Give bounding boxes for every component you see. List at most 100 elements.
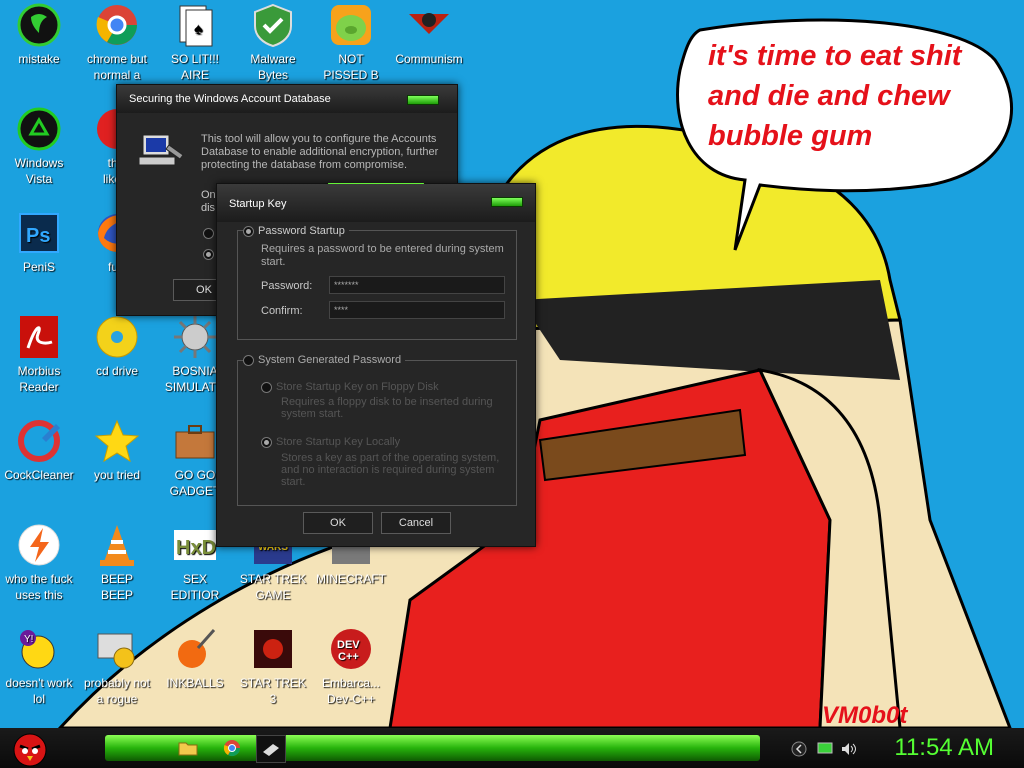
floppy-radio[interactable] xyxy=(261,381,272,393)
syskey-close-button[interactable] xyxy=(407,95,439,105)
recycle-icon xyxy=(17,107,61,151)
password-startup-option[interactable]: Password Startup xyxy=(243,225,349,237)
desktop-icon[interactable]: chrome but normal a xyxy=(78,2,156,83)
floppy-option[interactable]: Store Startup Key on Floppy Disk xyxy=(261,381,439,393)
desktop-icon[interactable]: Y! doesn't work lol xyxy=(0,626,78,707)
desktop-icon[interactable]: you tried xyxy=(78,418,156,483)
wallpaper-signature: VM0b0t xyxy=(822,702,908,729)
syskey-radio-2[interactable] xyxy=(203,249,214,260)
shield-check-icon xyxy=(254,3,292,48)
desktop-icon[interactable]: DEV C++ Embarca... Dev-C++ xyxy=(312,626,390,707)
desktop-icon[interactable]: INKBALLS xyxy=(156,626,234,691)
network-icon[interactable] xyxy=(817,742,833,756)
desktop-icon[interactable]: probably not a rogue xyxy=(78,626,156,707)
star-wars-3-icon xyxy=(254,630,292,668)
desktop-icon-label: INKBALLS xyxy=(166,676,224,690)
desktop-icon-label: cd drive xyxy=(95,364,139,378)
desktop-icon-label: SO LIT!!! AIRE xyxy=(170,52,219,82)
locally-radio[interactable] xyxy=(261,436,272,448)
desktop-icon-label: CockCleaner xyxy=(4,468,74,482)
svg-text:♠: ♠ xyxy=(194,21,203,38)
floppy-desc: Requires a floppy disk to be inserted du… xyxy=(281,396,493,420)
desktop-icon-label: doesn't work lol xyxy=(5,676,73,706)
ok-button[interactable]: OK xyxy=(303,512,373,534)
hxd-icon: HxD xyxy=(174,530,216,560)
desktop-icon-label: you tried xyxy=(93,468,141,482)
svg-text:Ps: Ps xyxy=(26,225,50,247)
back-icon[interactable] xyxy=(791,741,807,757)
password-startup-radio[interactable] xyxy=(243,225,254,237)
desktop-icon[interactable]: STAR TREK 3 xyxy=(234,626,312,707)
desktop-icon-label: Morbius Reader xyxy=(17,364,61,394)
taskbar: 11:54 AM xyxy=(0,728,1024,768)
confirm-field[interactable]: **** xyxy=(329,301,505,319)
password-startup-label: Password Startup xyxy=(258,225,345,237)
cancel-button[interactable]: Cancel xyxy=(381,512,451,534)
taskbar-clock[interactable]: 11:54 AM xyxy=(894,734,994,762)
chrome-icon xyxy=(96,5,137,45)
desktop-icon-label: MINECRAFT xyxy=(316,572,386,586)
system-generated-label: System Generated Password xyxy=(258,354,402,366)
svg-text:DEV: DEV xyxy=(337,639,360,651)
syskey-radio-1[interactable] xyxy=(203,228,214,239)
desktop-icon-label: mistake xyxy=(18,52,60,66)
svg-text:HxD: HxD xyxy=(176,537,216,559)
inkball-icon xyxy=(178,629,216,668)
solitaire-icon: ♠ xyxy=(179,5,213,47)
volume-icon[interactable] xyxy=(841,742,857,756)
desktop-icon[interactable]: CockCleaner xyxy=(0,418,78,483)
dev-cpp-icon: DEVC++ xyxy=(331,629,371,669)
desktop-icon[interactable]: Communism xyxy=(390,2,468,67)
desktop-icon[interactable]: ♠ SO LIT!!! AIRE xyxy=(156,2,234,83)
startup-key-title: Startup Key xyxy=(229,198,287,210)
locally-option[interactable]: Store Startup Key Locally xyxy=(261,436,400,448)
desktop-icon[interactable]: mistake xyxy=(0,2,78,67)
angry-birds-pig-icon xyxy=(331,5,371,45)
spiked-ball-icon xyxy=(174,316,216,358)
desktop-icon-label: chrome but normal a xyxy=(86,52,148,82)
svg-text:Y!: Y! xyxy=(24,634,33,645)
startup-key-dialog: Startup Key Password Startup Requires a … xyxy=(216,183,536,547)
active-task-button[interactable] xyxy=(256,735,286,763)
syskey-partial-text-2: dis xyxy=(201,202,216,214)
syskey-dialog-titlebar[interactable]: Securing the Windows Account Database xyxy=(117,85,457,113)
desktop-icon[interactable]: NOT PISSED B xyxy=(312,2,390,83)
desktop-icon-label: Communism xyxy=(395,52,463,66)
chrome-icon[interactable] xyxy=(223,739,241,757)
desktop-icon[interactable]: BEEP BEEP xyxy=(78,522,156,603)
desktop-icon-label: Embarca... Dev-C++ xyxy=(321,676,381,706)
desktop-icon[interactable]: Ps PeniS xyxy=(0,210,78,275)
startup-key-close-button[interactable] xyxy=(491,197,523,207)
desktop-icon[interactable]: Malware Bytes xyxy=(234,2,312,83)
syskey-partial-text-1: On xyxy=(201,189,216,201)
star-icon xyxy=(94,419,140,463)
password-startup-desc: Requires a password to be entered during… xyxy=(261,243,504,268)
razer-logo-icon xyxy=(17,3,61,47)
acrobat-icon xyxy=(20,316,58,358)
desktop-icon[interactable]: Windows Vista xyxy=(0,106,78,187)
locally-desc: Stores a key as part of the operating sy… xyxy=(281,452,500,488)
locally-label: Store Startup Key Locally xyxy=(276,436,401,448)
password-field[interactable]: ******* xyxy=(329,276,505,294)
desktop-icon-label: who the fuck uses this xyxy=(5,572,73,602)
desktop-icon[interactable]: cd drive xyxy=(78,314,156,379)
taskbar-green-bar xyxy=(105,735,760,761)
confirm-label: Confirm: xyxy=(261,305,303,317)
system-generated-radio[interactable] xyxy=(243,354,254,366)
desktop-icon-label: SEX EDITIOR xyxy=(170,572,220,602)
desktop-icon[interactable]: Morbius Reader xyxy=(0,314,78,395)
svg-text:C++: C++ xyxy=(338,651,359,663)
desktop-icon-label: NOT PISSED B xyxy=(323,52,379,82)
desktop-icon-label: BEEP BEEP xyxy=(100,572,133,602)
folder-icon[interactable] xyxy=(178,740,198,756)
floppy-label: Store Startup Key on Floppy Disk xyxy=(276,381,439,393)
computer-key-icon xyxy=(139,134,184,166)
desktop-icon[interactable]: who the fuck uses this xyxy=(0,522,78,603)
ccleaner-icon xyxy=(18,420,60,462)
tool-icon xyxy=(263,744,279,756)
cd-drive-icon xyxy=(96,316,138,358)
system-generated-option[interactable]: System Generated Password xyxy=(243,354,406,366)
startup-key-titlebar[interactable]: Startup Key xyxy=(217,184,535,222)
angry-bird-start-icon[interactable] xyxy=(6,728,54,768)
yahoo-messenger-icon: Y! xyxy=(20,630,55,669)
